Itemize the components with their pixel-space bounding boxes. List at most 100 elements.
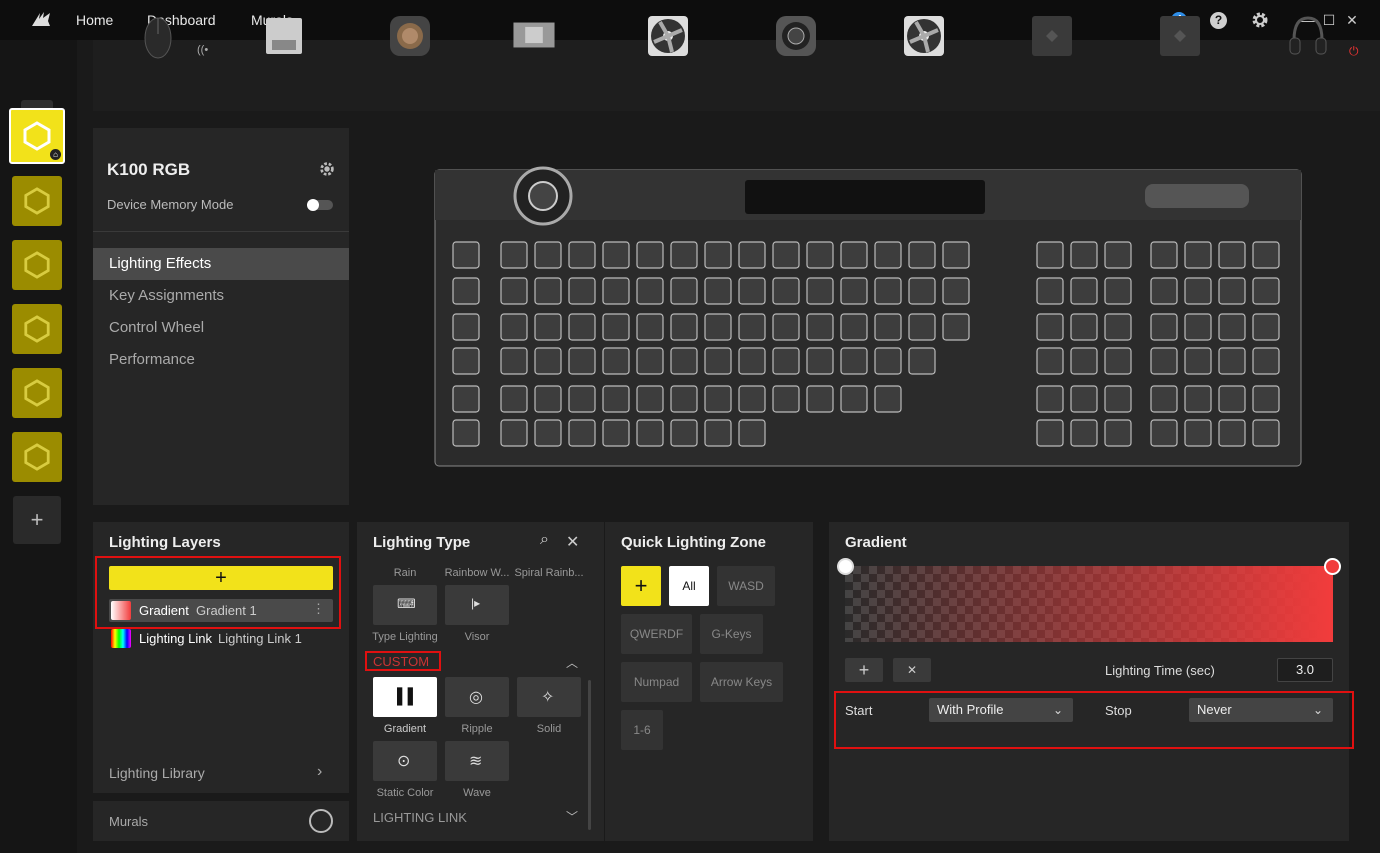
keyboard-key[interactable] [1252,385,1280,413]
keyboard-key[interactable] [452,419,480,447]
keyboard-key[interactable] [1036,347,1064,375]
chevron-down-icon[interactable]: ﹀ [566,808,578,825]
keyboard-key[interactable] [704,419,732,447]
keyboard-key[interactable] [1218,419,1246,447]
keyboard-key[interactable] [568,347,596,375]
keyboard-key[interactable] [908,277,936,305]
hub-icon-2[interactable] [1158,10,1202,60]
effect-type-lighting-button[interactable]: ⌨ [373,585,437,625]
keyboard-key[interactable] [670,277,698,305]
keyboard-key[interactable] [1070,347,1098,375]
keyboard-key[interactable] [500,241,528,269]
keyboard-key[interactable] [500,385,528,413]
add-profile-button[interactable]: + [13,496,61,544]
keyboard-key[interactable] [704,313,732,341]
keyboard-key[interactable] [534,419,562,447]
keyboard-key[interactable] [670,347,698,375]
keyboard-key[interactable] [1104,385,1132,413]
close-icon[interactable]: ✕ [566,532,579,552]
search-icon[interactable]: ⌕ [540,531,549,549]
keyboard-key[interactable] [602,241,630,269]
keyboard-key[interactable] [1184,385,1212,413]
keyboard-key[interactable] [772,277,800,305]
keyboard-key[interactable] [1070,313,1098,341]
layer-gradient[interactable]: Gradient Gradient 1 ⋮ [109,599,333,622]
effect-gradient-button[interactable]: ▌▌ [373,677,437,717]
chevron-up-icon[interactable]: ︿ [566,654,578,671]
nav-home[interactable]: Home [76,0,113,40]
keyboard-key[interactable] [636,241,664,269]
keyboard-key[interactable] [1104,277,1132,305]
keyboard-key[interactable] [704,241,732,269]
keyboard-key[interactable] [806,241,834,269]
effect-ripple-button[interactable]: ◎ [445,677,509,717]
keyboard-key[interactable] [1070,419,1098,447]
keyboard-key[interactable] [1252,347,1280,375]
keyboard-key[interactable] [602,419,630,447]
keyboard-key[interactable] [1070,277,1098,305]
keyboard-key[interactable] [738,419,766,447]
layer-lighting-link[interactable]: Lighting Link Lighting Link 1 [109,627,333,650]
menu-key-assignments[interactable]: Key Assignments [93,280,349,312]
keyboard-key[interactable] [500,347,528,375]
hub-icon[interactable] [1030,10,1074,60]
keyboard-key[interactable] [772,313,800,341]
keyboard-key[interactable] [874,347,902,375]
keyboard-key[interactable] [1184,313,1212,341]
zone-all[interactable]: All [669,566,709,606]
keyboard-key[interactable] [840,313,868,341]
keyboard-key[interactable] [840,277,868,305]
effect-solid-button[interactable]: ✧ [517,677,581,717]
remove-color-stop-button[interactable]: ✕ [893,658,931,682]
cooler-pump-icon[interactable] [388,10,432,60]
zone-1-6[interactable]: 1-6 [621,710,663,750]
keyboard-key[interactable] [1036,241,1064,269]
mouse-device-icon[interactable] [136,10,180,60]
keyboard-key[interactable] [568,313,596,341]
keyboard-key[interactable] [1184,241,1212,269]
keyboard-key[interactable] [1104,419,1132,447]
keyboard-key[interactable] [670,385,698,413]
add-zone-button[interactable]: + [621,566,661,606]
keyboard-key[interactable] [704,385,732,413]
keyboard-key[interactable] [1218,385,1246,413]
keyboard-key[interactable] [874,277,902,305]
keyboard-key[interactable] [942,313,970,341]
keyboard-key[interactable] [568,385,596,413]
keyboard-key[interactable] [874,313,902,341]
keyboard-key[interactable] [568,277,596,305]
keyboard-key[interactable] [908,313,936,341]
keyboard-key[interactable] [942,241,970,269]
fan-icon-2[interactable] [902,10,946,60]
menu-lighting-effects[interactable]: Lighting Effects [93,248,349,280]
keyboard-key[interactable] [1252,277,1280,305]
keyboard-key[interactable] [500,313,528,341]
keyboard-key[interactable] [1184,347,1212,375]
keyboard-key[interactable] [1036,313,1064,341]
scrollbar[interactable] [588,680,591,830]
keyboard-key[interactable] [806,313,834,341]
keyboard-key[interactable] [1252,419,1280,447]
keyboard-key[interactable] [1104,313,1132,341]
lighting-time-input[interactable]: 3.0 [1277,658,1333,682]
profile-4[interactable] [12,304,62,354]
profile-active[interactable]: ⌂ [9,108,65,164]
zone-numpad[interactable]: Numpad [621,662,692,702]
keyboard-key[interactable] [568,241,596,269]
keyboard-key[interactable] [452,385,480,413]
keyboard-key[interactable] [452,241,480,269]
keyboard-key[interactable] [602,385,630,413]
keyboard-key[interactable] [636,385,664,413]
keyboard-key[interactable] [874,385,902,413]
keyboard-key[interactable] [636,347,664,375]
keyboard-key[interactable] [772,347,800,375]
menu-performance[interactable]: Performance [93,344,349,376]
murals-toggle-icon[interactable] [309,809,333,833]
close-icon[interactable]: ✕ [1342,10,1362,30]
keyboard-key[interactable] [534,347,562,375]
settings-gear-icon[interactable] [1250,10,1270,30]
keyboard-key[interactable] [1150,241,1178,269]
memory-mode-toggle[interactable] [307,199,333,211]
keyboard-key[interactable] [1218,313,1246,341]
device-settings-icon[interactable] [318,160,336,178]
